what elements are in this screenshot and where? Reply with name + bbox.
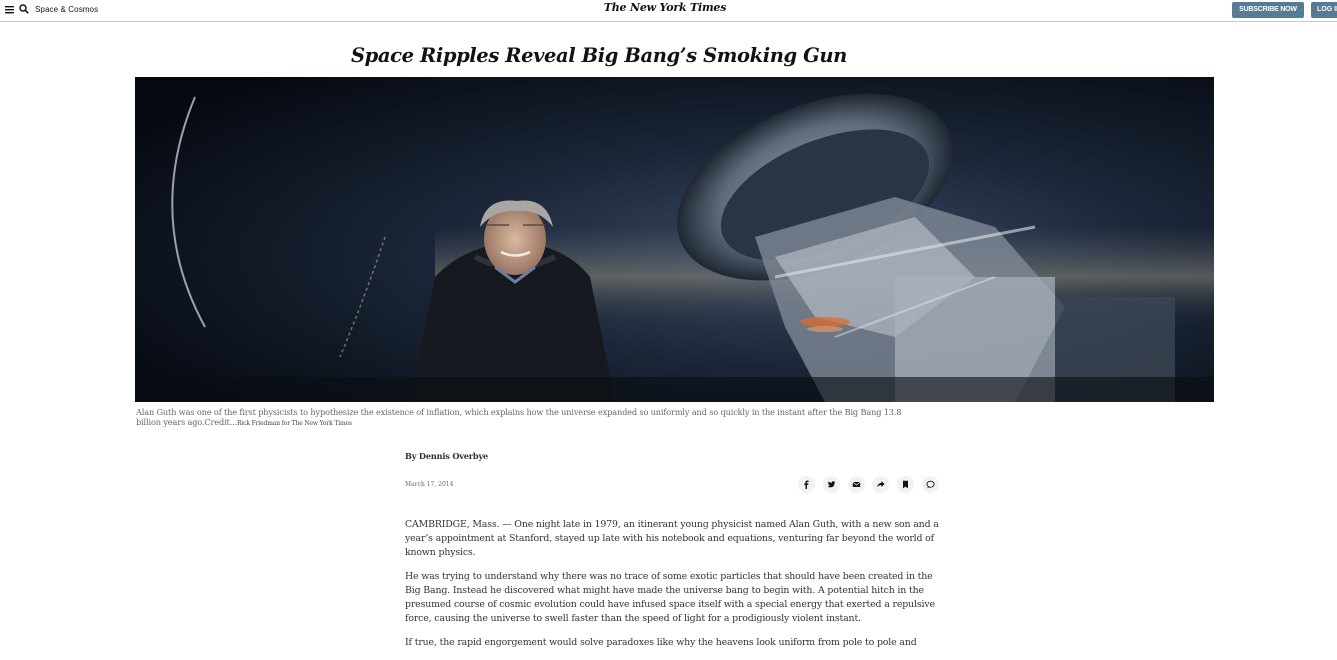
byline[interactable]: By Dennis Overbye <box>405 451 488 461</box>
article-paragraph: If true, the rapid engorgement would sol… <box>405 637 917 648</box>
hamburger-menu-icon[interactable] <box>5 5 14 14</box>
publish-date: March 17, 2014 <box>405 481 454 488</box>
share-icon <box>877 481 885 488</box>
article-body: CAMBRIDGE, Mass. — One night late in 197… <box>405 518 949 660</box>
subscribe-button[interactable]: SUBSCRIBE NOW <box>1232 2 1304 18</box>
email-icon <box>852 481 861 487</box>
article-headline: Space Ripples Reveal Big Bang’s Smoking … <box>351 44 847 67</box>
share-email-button[interactable] <box>848 476 865 493</box>
facebook-icon <box>804 480 809 489</box>
top-bar: Space & Cosmos The New York Times SUBSCR… <box>0 0 1337 22</box>
section-link[interactable]: Space & Cosmos <box>35 5 98 14</box>
hero-photo <box>135 77 1214 402</box>
photo-credit: Rick Friedman for The New York Times <box>237 419 352 427</box>
article-paragraph: CAMBRIDGE, Mass. — One night late in 197… <box>405 519 939 558</box>
bookmark-icon <box>903 480 908 489</box>
comment-icon <box>926 480 935 489</box>
save-article-button[interactable] <box>897 476 914 493</box>
credit-label: Credit... <box>204 416 238 427</box>
twitter-icon <box>827 481 836 488</box>
share-facebook-button[interactable] <box>798 476 815 493</box>
nyt-logo[interactable]: The New York Times <box>600 1 730 14</box>
share-more-button[interactable] <box>872 476 889 493</box>
comments-button[interactable] <box>922 476 939 493</box>
login-button[interactable]: LOG IN <box>1311 2 1337 18</box>
photo-caption: Alan Guth was one of the first physicist… <box>136 407 916 428</box>
share-twitter-button[interactable] <box>823 476 840 493</box>
article-paragraph: He was trying to understand why there wa… <box>405 571 935 624</box>
search-icon[interactable] <box>19 4 29 14</box>
